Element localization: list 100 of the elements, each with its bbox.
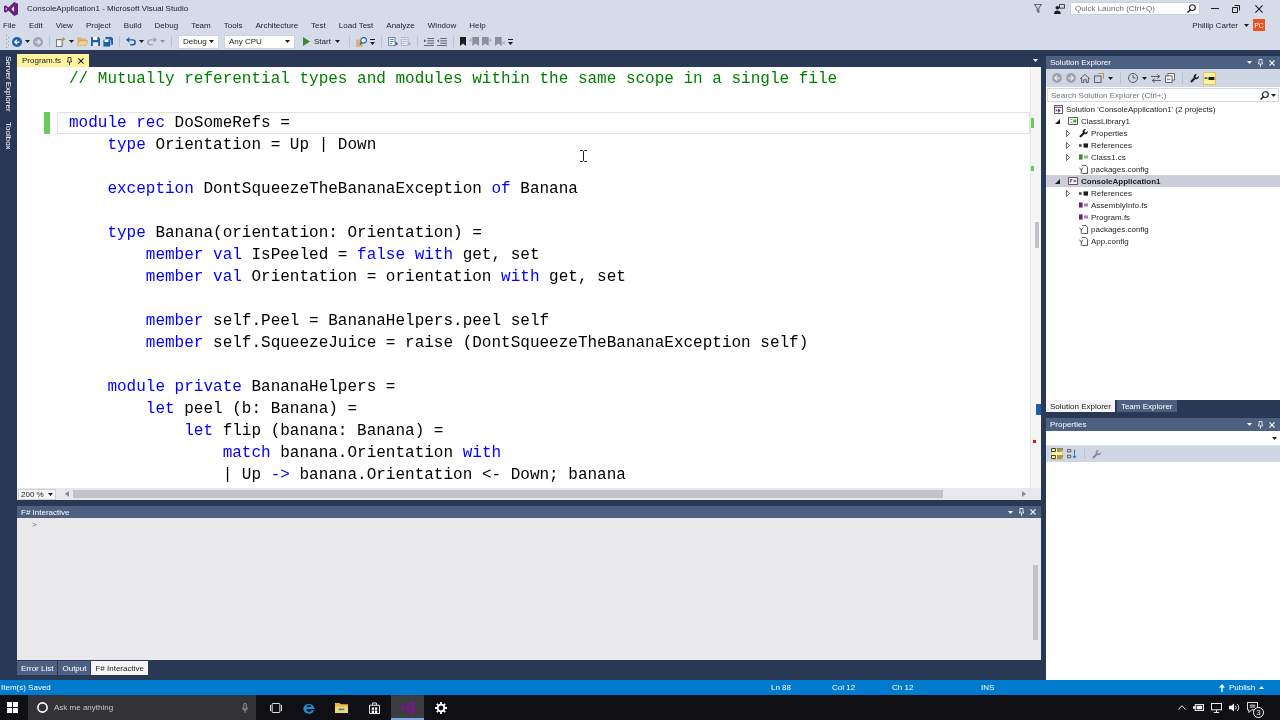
undo-icon[interactable] bbox=[126, 37, 136, 46]
side-tab[interactable]: Server Explorer bbox=[3, 54, 14, 114]
search-icon[interactable] bbox=[1260, 91, 1269, 100]
side-tab[interactable]: Toolbox bbox=[3, 119, 14, 152]
expanded-arrow-icon[interactable] bbox=[1054, 178, 1060, 184]
message-icon[interactable] bbox=[1247, 702, 1258, 713]
start-icon[interactable] bbox=[7, 702, 18, 713]
menu-item[interactable]: Test bbox=[308, 19, 329, 31]
switch-views-icon[interactable] bbox=[1094, 73, 1104, 83]
funnel-icon[interactable] bbox=[1034, 4, 1042, 13]
vertical-scrollbar[interactable] bbox=[1030, 67, 1041, 488]
tree-item[interactable]: packages.config bbox=[1046, 163, 1280, 175]
panel-tab[interactable]: F# Interactive bbox=[91, 661, 148, 675]
new-file-icon[interactable] bbox=[56, 36, 66, 47]
menu-item[interactable]: Window bbox=[424, 19, 460, 31]
chevron-up-icon[interactable] bbox=[1178, 705, 1186, 710]
tree-item[interactable]: Properties bbox=[1046, 127, 1280, 139]
start-button[interactable]: Start bbox=[300, 34, 343, 49]
panel-tab[interactable]: Error List bbox=[17, 661, 58, 675]
preview-icon[interactable] bbox=[1203, 71, 1216, 85]
document-tab[interactable]: Program.fs bbox=[17, 54, 90, 67]
tree-item[interactable]: packages.config bbox=[1046, 223, 1280, 235]
caret-icon[interactable] bbox=[1033, 59, 1038, 62]
user-name[interactable]: Phillip Carter bbox=[1192, 20, 1238, 30]
close-icon[interactable] bbox=[78, 57, 85, 64]
search-field[interactable]: Ask me anything bbox=[28, 695, 256, 720]
text-lines-icon[interactable] bbox=[387, 37, 398, 46]
caret-icon[interactable] bbox=[1247, 61, 1252, 64]
overflow-icon[interactable] bbox=[369, 38, 375, 45]
search-icon[interactable] bbox=[1187, 4, 1196, 13]
menu-item[interactable]: Analyze bbox=[383, 19, 418, 31]
person-chat-icon[interactable] bbox=[1054, 3, 1065, 14]
caret-icon[interactable] bbox=[69, 40, 74, 43]
restore-icon[interactable] bbox=[1232, 4, 1240, 13]
menu-item[interactable]: Project bbox=[82, 19, 114, 31]
dropdown[interactable]: Debug bbox=[178, 34, 219, 49]
home-icon[interactable] bbox=[1080, 73, 1090, 83]
save-icon[interactable] bbox=[91, 37, 100, 46]
menu-item[interactable]: Architecture bbox=[252, 19, 302, 31]
menu-item[interactable]: File bbox=[0, 19, 19, 31]
overflow-icon[interactable] bbox=[507, 38, 513, 45]
scroll-left-icon[interactable] bbox=[65, 491, 69, 497]
menu-item[interactable]: Load Test bbox=[335, 19, 377, 31]
menu-item[interactable]: Edit bbox=[25, 19, 46, 31]
menu-item[interactable]: Debug bbox=[151, 19, 182, 31]
tree-item[interactable]: ConsoleApplication1 bbox=[1046, 175, 1280, 187]
monitor-icon[interactable] bbox=[1211, 702, 1222, 713]
tree-item[interactable]: Class1.cs bbox=[1046, 151, 1280, 163]
tree-item[interactable]: Solution 'ConsoleApplication1' (2 projects) bbox=[1046, 103, 1280, 115]
grip-icon[interactable] bbox=[6, 35, 9, 48]
caret-icon[interactable] bbox=[1244, 23, 1249, 27]
panel-tab[interactable]: Solution Explorer bbox=[1046, 400, 1115, 412]
tree-item[interactable]: References bbox=[1046, 187, 1280, 199]
microphone-icon[interactable] bbox=[242, 703, 248, 713]
outdent-icon[interactable] bbox=[436, 37, 447, 46]
categorized-icon[interactable] bbox=[1051, 448, 1063, 460]
panel-tab[interactable]: Team Explorer bbox=[1116, 400, 1177, 412]
caret-icon[interactable] bbox=[1108, 76, 1113, 80]
quick-launch-field[interactable]: Quick Launch (Ctrl+Q) bbox=[1070, 2, 1200, 15]
caret-icon[interactable] bbox=[1142, 76, 1147, 80]
speaker-icon[interactable] bbox=[1229, 703, 1240, 712]
indent-icon[interactable] bbox=[423, 37, 434, 46]
back-icon[interactable] bbox=[12, 36, 22, 47]
menu-item[interactable]: Tools bbox=[220, 19, 246, 31]
bookmark-icon[interactable] bbox=[459, 37, 466, 46]
horizontal-scrollbar[interactable]: 200 % bbox=[17, 488, 1041, 500]
tree-item[interactable]: ClassLibrary1 bbox=[1046, 115, 1280, 127]
collapsed-arrow-icon[interactable] bbox=[1066, 189, 1070, 197]
pin-icon[interactable] bbox=[67, 56, 73, 65]
wrench-icon[interactable] bbox=[1190, 73, 1199, 83]
menu-item[interactable]: Build bbox=[120, 19, 145, 31]
caret-icon[interactable] bbox=[1008, 510, 1013, 514]
panel-tab[interactable]: Output bbox=[58, 661, 91, 675]
caret-icon[interactable] bbox=[139, 40, 144, 43]
scroll-right-icon[interactable] bbox=[1022, 491, 1026, 497]
menu-item[interactable]: Team bbox=[188, 19, 214, 31]
tree-item[interactable]: AssemblyInfo.fs bbox=[1046, 199, 1280, 211]
caret-icon[interactable] bbox=[25, 40, 30, 43]
expanded-arrow-icon[interactable] bbox=[1054, 118, 1060, 124]
battery-icon[interactable] bbox=[1193, 704, 1204, 711]
save-all-icon[interactable] bbox=[103, 36, 113, 47]
folder-search-icon[interactable] bbox=[355, 36, 367, 47]
dropdown[interactable]: Any CPU bbox=[224, 34, 295, 49]
tree-item[interactable]: Program.fs bbox=[1046, 211, 1280, 223]
sort-icon[interactable] bbox=[1067, 449, 1077, 459]
clock-icon[interactable] bbox=[1128, 73, 1138, 83]
sync-icon[interactable] bbox=[1151, 73, 1161, 83]
menu-item[interactable]: View bbox=[52, 19, 76, 31]
menu-item[interactable]: Help bbox=[466, 19, 489, 31]
publish-button[interactable]: Publish bbox=[1219, 683, 1265, 692]
zoom-dropdown[interactable]: 200 % bbox=[18, 488, 56, 500]
close-icon[interactable] bbox=[1255, 4, 1263, 13]
scroll-thumb[interactable] bbox=[1033, 565, 1038, 640]
collapsed-arrow-icon[interactable] bbox=[1066, 153, 1070, 161]
tree-item[interactable]: App.config bbox=[1046, 235, 1280, 247]
caret-icon[interactable] bbox=[1247, 423, 1252, 426]
collapsed-arrow-icon[interactable] bbox=[1066, 141, 1070, 149]
scroll-thumb[interactable] bbox=[73, 490, 943, 498]
caret-icon[interactable] bbox=[1271, 94, 1276, 97]
tree-item[interactable]: References bbox=[1046, 139, 1280, 151]
